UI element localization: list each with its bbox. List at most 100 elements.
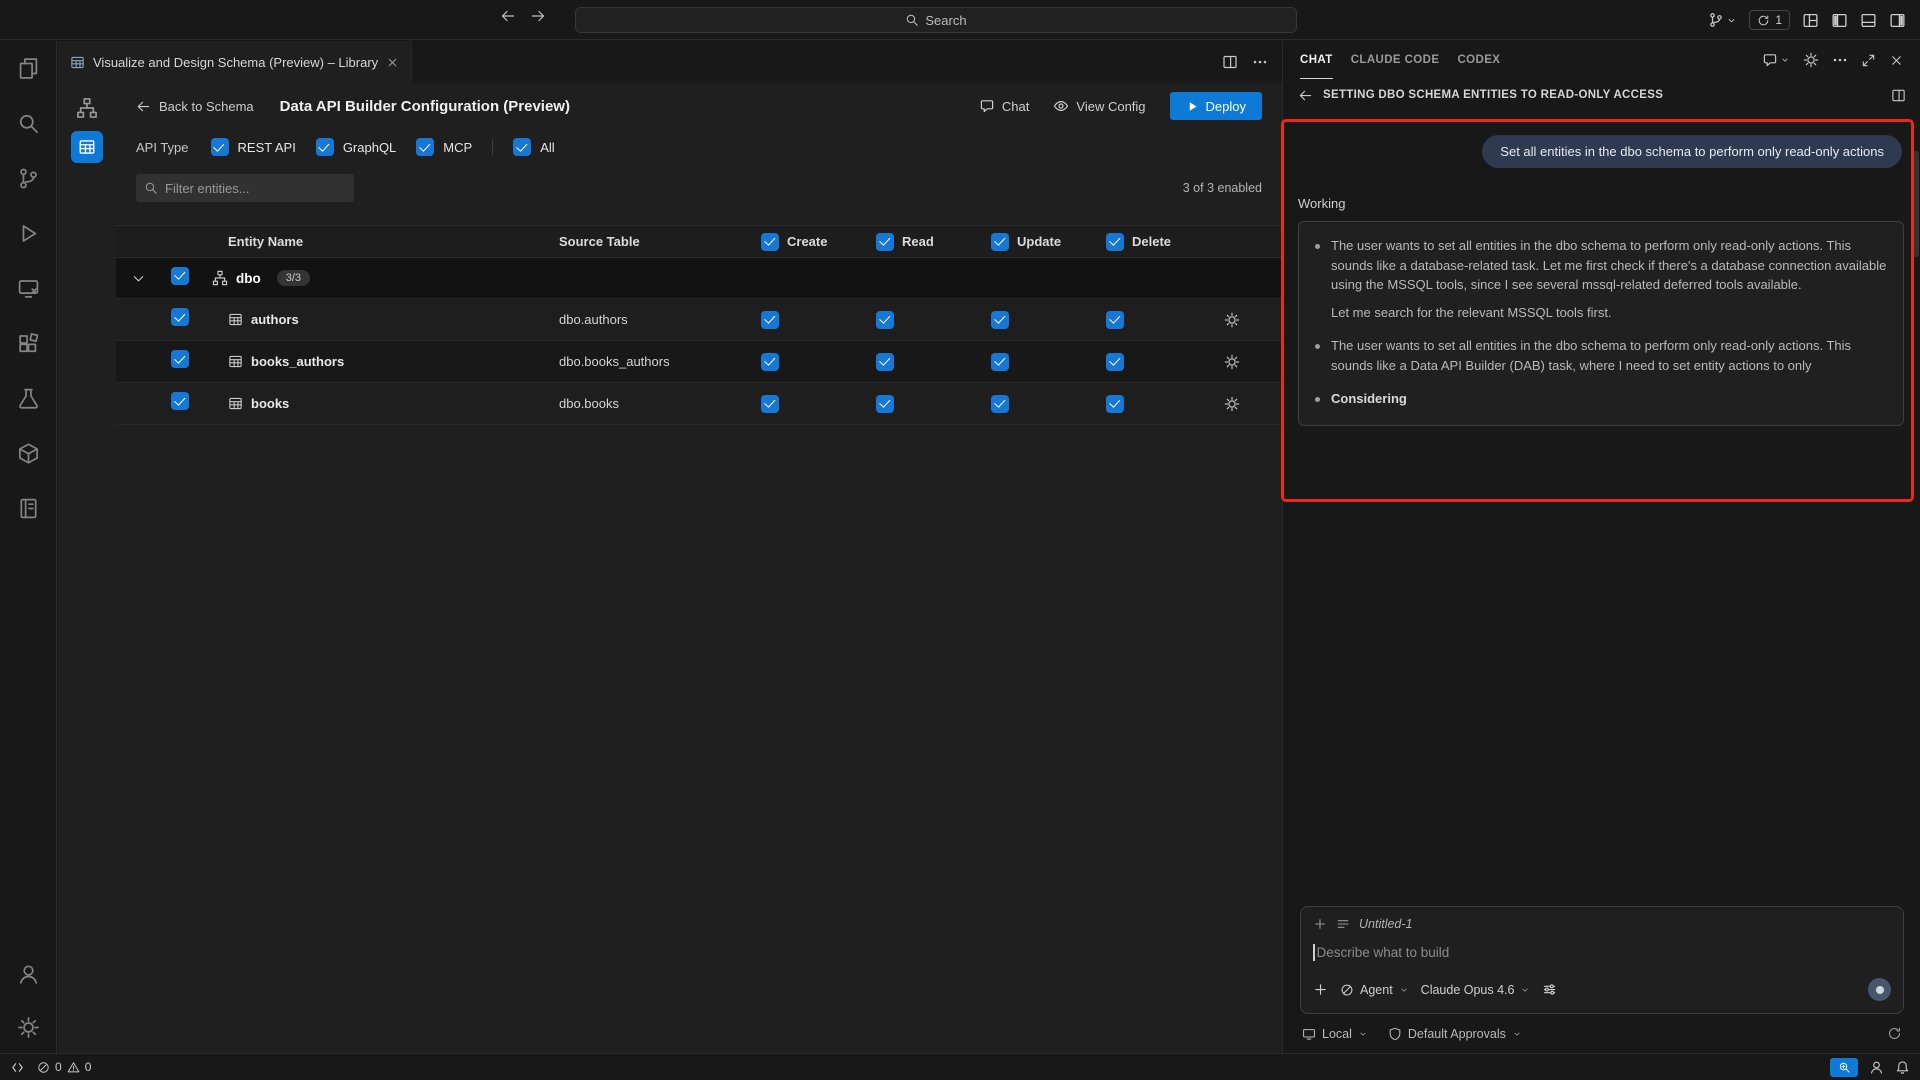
close-panel-icon[interactable] (1889, 53, 1904, 68)
create-checkbox[interactable] (761, 395, 779, 413)
zoom-indicator[interactable] (1830, 1058, 1858, 1077)
chat-settings-gear-icon[interactable] (1803, 52, 1819, 68)
update-all-checkbox[interactable] (991, 233, 1009, 251)
checkbox-mcp[interactable] (416, 138, 434, 156)
view-config-button[interactable]: View Config (1053, 98, 1145, 114)
extensions-icon[interactable] (17, 332, 40, 355)
language-accounts-icon[interactable] (1869, 1060, 1884, 1075)
all-checkbox[interactable]: All (513, 138, 554, 156)
row-settings-gear-icon[interactable] (1224, 354, 1240, 370)
chat-text-input[interactable]: Describe what to build (1313, 944, 1891, 961)
tab-chat[interactable]: CHAT (1300, 41, 1333, 79)
scrollbar-thumb[interactable] (1912, 151, 1919, 257)
graphql-checkbox[interactable]: GraphQL (316, 138, 396, 156)
delete-checkbox[interactable] (1106, 311, 1124, 329)
eye-icon (1053, 98, 1069, 114)
rest-api-checkbox[interactable]: REST API (211, 138, 296, 156)
command-center-search[interactable]: Search (575, 7, 1297, 33)
delete-all-checkbox[interactable] (1106, 233, 1124, 251)
read-checkbox[interactable] (876, 311, 894, 329)
panel-tab-bar: CHAT CLAUDE CODE CODEX (1284, 41, 1920, 79)
search-sidebar-icon[interactable] (17, 112, 40, 135)
chevron-down-icon[interactable] (131, 271, 146, 286)
api-config-view-tile[interactable] (71, 131, 103, 163)
schema-designer-view-icon[interactable] (76, 97, 98, 119)
mode-picker[interactable]: Agent (1340, 983, 1409, 997)
read-all-checkbox[interactable] (876, 233, 894, 251)
accounts-icon[interactable] (17, 963, 40, 986)
back-arrow-icon[interactable] (1298, 88, 1313, 103)
split-editor-icon[interactable] (1222, 54, 1238, 70)
mcp-checkbox[interactable]: MCP (416, 138, 472, 156)
attach-icon[interactable] (1313, 982, 1328, 997)
chevron-down-icon[interactable] (1780, 55, 1790, 65)
tools-sliders-icon[interactable] (1542, 982, 1557, 997)
row-checkbox[interactable] (171, 392, 189, 410)
checkbox-rest[interactable] (211, 138, 229, 156)
create-checkbox[interactable] (761, 353, 779, 371)
back-to-schema-button[interactable]: Back to Schema (136, 99, 254, 114)
source-control-menu[interactable] (1708, 12, 1737, 28)
create-all-checkbox[interactable] (761, 233, 779, 251)
toggle-primary-sidebar-icon[interactable] (1831, 12, 1848, 29)
delete-checkbox[interactable] (1106, 395, 1124, 413)
problems-indicator[interactable]: 0 0 (37, 1060, 91, 1074)
open-session-editor-icon[interactable] (1891, 88, 1906, 103)
tab-codex[interactable]: CODEX (1457, 41, 1500, 79)
table-row-authors[interactable]: authors dbo.authors (116, 299, 1282, 341)
sync-status-badge[interactable]: 1 (1749, 10, 1790, 30)
row-settings-gear-icon[interactable] (1224, 312, 1240, 328)
notifications-bell-icon[interactable] (1895, 1060, 1910, 1075)
customize-layout-icon[interactable] (1802, 12, 1819, 29)
table-row-books[interactable]: books dbo.books (116, 383, 1282, 425)
close-tab-icon[interactable] (386, 56, 399, 69)
table-row-books-authors[interactable]: books_authors dbo.books_authors (116, 341, 1282, 383)
chat-input-box[interactable]: Untitled-1 Describe what to build Agent … (1300, 906, 1904, 1014)
agent-thinking-box[interactable]: The user wants to set all entities in th… (1298, 221, 1904, 426)
update-checkbox[interactable] (991, 353, 1009, 371)
remote-indicator-icon[interactable] (10, 1060, 25, 1075)
create-checkbox[interactable] (761, 311, 779, 329)
maximize-panel-icon[interactable] (1861, 53, 1876, 68)
refresh-session-icon[interactable] (1887, 1026, 1902, 1041)
update-checkbox[interactable] (991, 395, 1009, 413)
tab-claude-code[interactable]: CLAUDE CODE (1351, 41, 1440, 79)
delete-checkbox[interactable] (1106, 353, 1124, 371)
more-actions-icon[interactable] (1252, 54, 1268, 70)
chat-sessions-icon[interactable] (1762, 52, 1778, 68)
row-checkbox[interactable] (171, 308, 189, 326)
remote-explorer-icon[interactable] (17, 277, 40, 300)
source-control-icon[interactable] (17, 167, 40, 190)
deploy-button[interactable]: Deploy (1170, 92, 1262, 120)
toggle-panel-icon[interactable] (1860, 12, 1877, 29)
errors-icon (37, 1061, 50, 1074)
tab-visualize-design-schema[interactable]: Visualize and Design Schema (Preview) – … (58, 41, 412, 83)
settings-gear-icon[interactable] (17, 1016, 40, 1039)
toggle-secondary-sidebar-icon[interactable] (1889, 12, 1906, 29)
checkbox-all[interactable] (513, 138, 531, 156)
more-actions-icon[interactable] (1832, 52, 1848, 68)
history-back-icon[interactable] (500, 8, 516, 24)
run-debug-icon[interactable] (17, 222, 40, 245)
filter-entities-input[interactable] (165, 181, 335, 196)
read-checkbox[interactable] (876, 353, 894, 371)
explorer-icon[interactable] (17, 57, 40, 80)
history-forward-icon[interactable] (530, 8, 546, 24)
checkbox-graphql[interactable] (316, 138, 334, 156)
environment-picker[interactable]: Local (1302, 1027, 1368, 1041)
notebooks-icon[interactable] (17, 497, 40, 520)
row-settings-gear-icon[interactable] (1224, 396, 1240, 412)
read-checkbox[interactable] (876, 395, 894, 413)
row-checkbox[interactable] (171, 350, 189, 368)
testing-icon[interactable] (17, 387, 40, 410)
chat-button[interactable]: Chat (979, 98, 1029, 114)
approvals-picker[interactable]: Default Approvals (1388, 1027, 1522, 1041)
add-context-icon[interactable] (1313, 917, 1327, 931)
model-picker[interactable]: Claude Opus 4.6 (1421, 983, 1531, 997)
database-projects-icon[interactable] (17, 442, 40, 465)
update-checkbox[interactable] (991, 311, 1009, 329)
schema-group-row[interactable]: dbo 3/3 (116, 258, 1282, 299)
send-button[interactable] (1868, 978, 1891, 1001)
dbo-group-checkbox[interactable] (171, 267, 189, 285)
context-file-name[interactable]: Untitled-1 (1359, 917, 1413, 931)
